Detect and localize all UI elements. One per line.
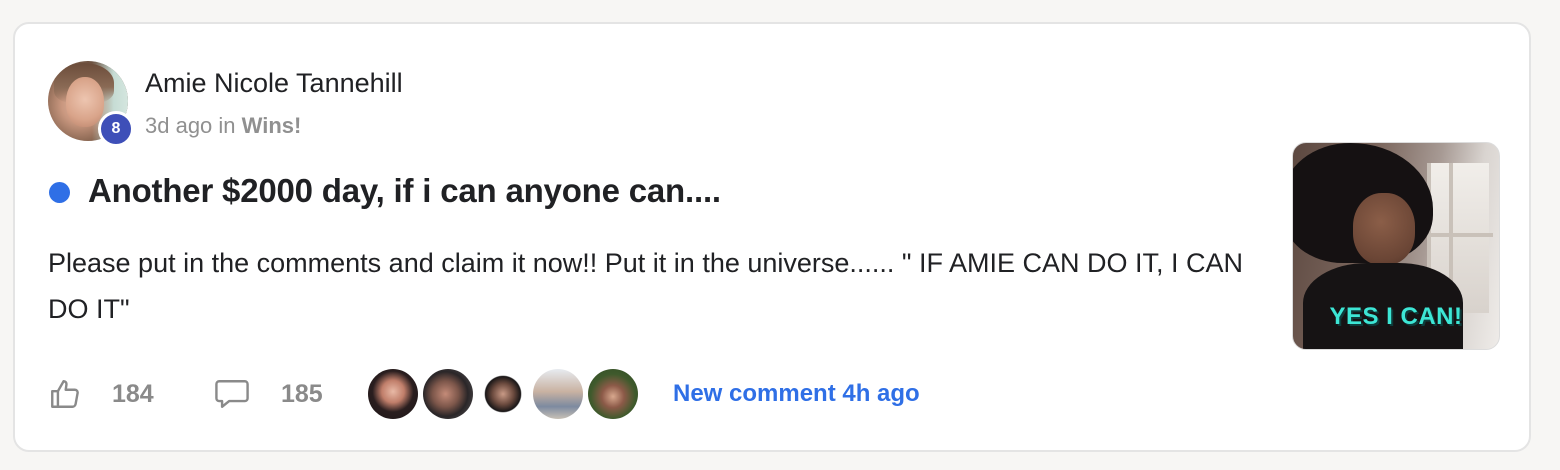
post-time: 3d ago in xyxy=(145,113,236,138)
speech-bubble-icon xyxy=(215,380,249,408)
unread-dot-icon xyxy=(49,182,70,203)
comment-count: 185 xyxy=(281,379,323,408)
post-actions: 184 185 New comment 4h ago xyxy=(48,369,920,419)
author-avatar-wrap[interactable]: 8 xyxy=(48,61,134,147)
category-link[interactable]: Wins! xyxy=(242,113,302,138)
post-attachment-thumbnail[interactable]: YES I CAN! xyxy=(1292,142,1500,350)
post-body: Please put in the comments and claim it … xyxy=(48,248,1244,324)
like-button[interactable]: 184 xyxy=(48,377,178,411)
attachment-caption: YES I CAN! xyxy=(1329,303,1463,330)
thumbs-up-icon xyxy=(51,380,79,408)
commenter-avatar[interactable] xyxy=(588,369,638,419)
post-meta: 3d ago in Wins! xyxy=(145,113,301,139)
commenter-avatar[interactable] xyxy=(423,369,473,419)
commenter-avatar[interactable] xyxy=(478,369,528,419)
commenter-avatar[interactable] xyxy=(368,369,418,419)
commenter-avatar[interactable] xyxy=(533,369,583,419)
new-comment-link[interactable]: New comment 4h ago xyxy=(673,380,920,408)
post-card[interactable]: 8 Amie Nicole Tannehill 3d ago in Wins! … xyxy=(13,22,1531,452)
like-count: 184 xyxy=(112,379,154,408)
recent-commenters[interactable] xyxy=(368,369,643,419)
post-title[interactable]: Another $2000 day, if i can anyone can..… xyxy=(88,172,721,210)
author-name[interactable]: Amie Nicole Tannehill xyxy=(145,68,403,99)
comment-button[interactable]: 185 xyxy=(213,377,378,411)
level-badge: 8 xyxy=(98,111,134,147)
